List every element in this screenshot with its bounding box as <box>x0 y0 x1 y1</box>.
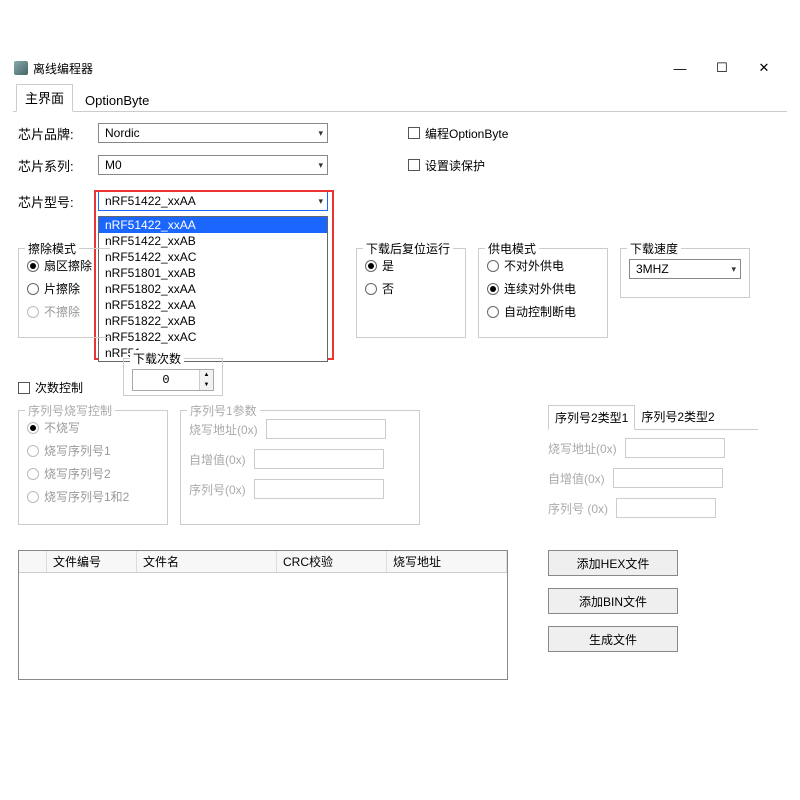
serial-s1-radio[interactable]: 烧写序列号1 <box>27 442 159 459</box>
serial2-group: 序列号2类型1 序列号2类型2 烧写地址(0x) 自增值(0x) 序列号 (0x… <box>548 404 758 518</box>
erase-sector-radio[interactable]: 扇区擦除 <box>27 257 102 274</box>
serial2-inc-label: 自增值(0x) <box>548 470 605 487</box>
erase-chip-radio[interactable]: 片擦除 <box>27 280 102 297</box>
power-auto-radio[interactable]: 自动控制断电 <box>487 303 599 320</box>
serial2-tab2[interactable]: 序列号2类型2 <box>635 405 720 430</box>
chip-series-combo[interactable]: M0 ▾ <box>98 155 328 175</box>
count-enable-checkbox[interactable]: 次数控制 <box>18 379 83 396</box>
checkbox-icon <box>18 382 30 394</box>
column-selector <box>19 551 47 572</box>
col-file-id: 文件编号 <box>47 551 137 572</box>
file-table[interactable]: 文件编号 文件名 CRC校验 烧写地址 <box>18 550 508 680</box>
serial1-inc-input[interactable] <box>254 449 384 469</box>
maximize-button[interactable]: ☐ <box>710 59 734 77</box>
chevron-down-icon: ▾ <box>318 160 323 171</box>
reset-yes-radio[interactable]: 是 <box>365 257 457 274</box>
col-write-addr: 烧写地址 <box>387 551 507 572</box>
tab-main[interactable]: 主界面 <box>16 84 73 112</box>
spin-down-icon[interactable]: ▼ <box>200 380 213 390</box>
close-button[interactable]: ✕ <box>752 59 776 77</box>
chip-model-option[interactable]: nRF51822_xxAA <box>99 297 327 313</box>
serial1-num-input[interactable] <box>254 479 384 499</box>
minimize-button[interactable]: — <box>668 59 692 77</box>
erase-mode-group: 擦除模式 扇区擦除 片擦除 不擦除 <box>18 248 110 338</box>
serial1-addr-label: 烧写地址(0x) <box>189 421 258 438</box>
chip-brand-combo[interactable]: Nordic ▾ <box>98 123 328 143</box>
download-times-legend: 下载次数 <box>130 350 184 367</box>
power-cont-radio[interactable]: 连续对外供电 <box>487 280 599 297</box>
spin-up-icon[interactable]: ▲ <box>200 370 213 380</box>
tab-strip: 主界面 OptionByte <box>13 88 787 112</box>
add-bin-button[interactable]: 添加BIN文件 <box>548 588 678 614</box>
serial1-inc-label: 自增值(0x) <box>189 451 246 468</box>
serial1-addr-input[interactable] <box>266 419 386 439</box>
serial2-tab1[interactable]: 序列号2类型1 <box>548 405 635 430</box>
tab-optionbyte[interactable]: OptionByte <box>77 90 157 112</box>
title-bar: 离线编程器 — ☐ ✕ <box>14 58 786 78</box>
read-protect-checkbox[interactable]: 设置读保护 <box>408 157 485 174</box>
checkbox-icon <box>408 127 420 139</box>
power-mode-legend: 供电模式 <box>485 240 539 257</box>
serial2-num-input[interactable] <box>616 498 716 518</box>
chip-model-option[interactable]: nRF51422_xxAA <box>99 217 327 233</box>
build-file-button[interactable]: 生成文件 <box>548 626 678 652</box>
program-optionbyte-checkbox[interactable]: 编程OptionByte <box>408 125 508 142</box>
client-area: 芯片品牌: Nordic ▾ 编程OptionByte 芯片系列: M0 ▾ 设… <box>18 120 782 782</box>
erase-none-radio[interactable]: 不擦除 <box>27 303 102 320</box>
chip-series-value: M0 <box>105 158 122 172</box>
serial1-legend: 序列号1参数 <box>187 402 260 419</box>
checkbox-icon <box>408 159 420 171</box>
reset-after-group: 下载后复位运行 是 否 <box>356 248 466 338</box>
speed-combo[interactable]: 3MHZ ▾ <box>629 259 741 279</box>
col-crc: CRC校验 <box>277 551 387 572</box>
app-icon <box>14 61 28 75</box>
chip-model-option[interactable]: nRF51422_xxAB <box>99 233 327 249</box>
speed-group: 下载速度 3MHZ ▾ <box>620 248 750 298</box>
chevron-down-icon: ▾ <box>731 264 736 275</box>
chevron-down-icon: ▾ <box>318 128 323 139</box>
chip-model-option[interactable]: nRF51822_xxAC <box>99 329 327 345</box>
download-times-group: 下载次数 0 ▲▼ <box>123 358 223 396</box>
table-header: 文件编号 文件名 CRC校验 烧写地址 <box>19 551 507 573</box>
serial-none-radio[interactable]: 不烧写 <box>27 419 159 436</box>
speed-legend: 下载速度 <box>627 240 681 257</box>
serial2-addr-label: 烧写地址(0x) <box>548 440 617 457</box>
add-hex-button[interactable]: 添加HEX文件 <box>548 550 678 576</box>
power-none-radio[interactable]: 不对外供电 <box>487 257 599 274</box>
chip-model-option[interactable]: nRF51822_xxAB <box>99 313 327 329</box>
serial2-inc-input[interactable] <box>613 468 723 488</box>
chip-series-label: 芯片系列: <box>18 156 98 175</box>
download-times-spin[interactable]: 0 ▲▼ <box>132 369 214 391</box>
speed-value: 3MHZ <box>636 262 669 276</box>
reset-after-legend: 下载后复位运行 <box>363 240 453 257</box>
serial-s2-radio[interactable]: 烧写序列号2 <box>27 465 159 482</box>
chip-model-label: 芯片型号: <box>18 192 98 211</box>
col-file-name: 文件名 <box>137 551 277 572</box>
power-mode-group: 供电模式 不对外供电 连续对外供电 自动控制断电 <box>478 248 608 338</box>
chip-model-option[interactable]: nRF51802_xxAA <box>99 281 327 297</box>
window-title: 离线编程器 <box>33 60 93 77</box>
download-times-value: 0 <box>133 370 199 390</box>
serial-write-ctrl-group: 序列号烧写控制 不烧写 烧写序列号1 烧写序列号2 烧写序列号1和2 <box>18 410 168 525</box>
serial-ctrl-legend: 序列号烧写控制 <box>25 402 115 419</box>
chip-model-option[interactable]: nRF51422_xxAC <box>99 249 327 265</box>
serial2-num-label: 序列号 (0x) <box>548 500 608 517</box>
erase-mode-legend: 擦除模式 <box>25 240 79 257</box>
reset-no-radio[interactable]: 否 <box>365 280 457 297</box>
chip-brand-value: Nordic <box>105 126 140 140</box>
serial-both-radio[interactable]: 烧写序列号1和2 <box>27 488 159 505</box>
chip-model-option[interactable]: nRF51801_xxAB <box>99 265 327 281</box>
chip-brand-label: 芯片品牌: <box>18 124 98 143</box>
chip-model-dropdown[interactable]: nRF51422_xxAA nRF51422_xxAB nRF51422_xxA… <box>98 216 328 362</box>
serial2-addr-input[interactable] <box>625 438 725 458</box>
serial1-num-label: 序列号(0x) <box>189 481 246 498</box>
serial1-params-group: 序列号1参数 烧写地址(0x) 自增值(0x) 序列号(0x) <box>180 410 420 525</box>
